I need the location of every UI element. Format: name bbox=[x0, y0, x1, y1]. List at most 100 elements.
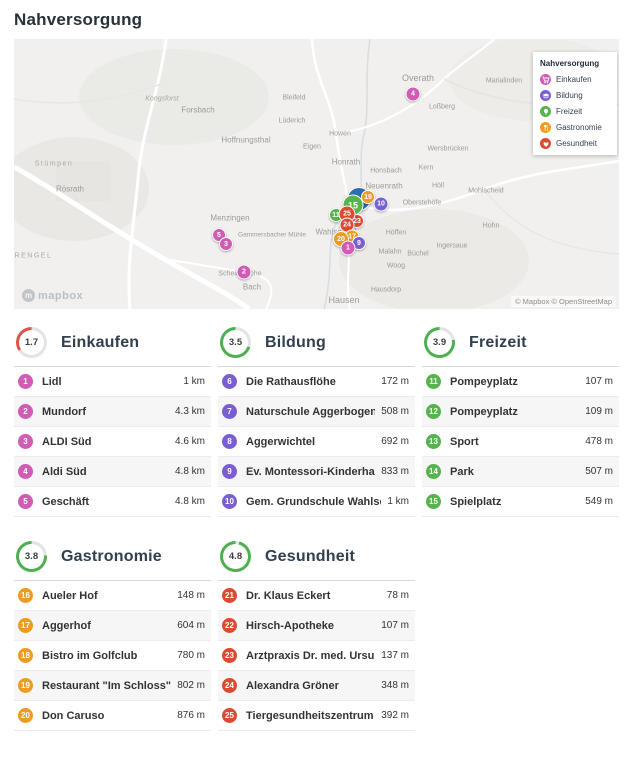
poi-row-17[interactable]: 17 Aggerhof 604 m bbox=[14, 611, 211, 641]
rating-gauge: 3.5 bbox=[220, 327, 251, 358]
rating-gauge: 1.7 bbox=[16, 327, 47, 358]
map-marker-1[interactable]: 1 bbox=[340, 240, 356, 256]
poi-row-16[interactable]: 16 Aueler Hof 148 m bbox=[14, 581, 211, 611]
poi-distance: 107 m bbox=[381, 620, 409, 631]
poi-row-5[interactable]: 5 Geschäft 4.8 km bbox=[14, 487, 211, 517]
poi-row-18[interactable]: 18 Bistro im Golfclub 780 m bbox=[14, 641, 211, 671]
poi-list: 6 Die Rathausflöhe 172 m 7 Naturschule Agger… bbox=[218, 366, 415, 517]
poi-row-14[interactable]: 14 Park 507 m bbox=[422, 457, 619, 487]
poi-row-1[interactable]: 1 Lidl 1 km bbox=[14, 367, 211, 397]
poi-distance: 1 km bbox=[183, 376, 205, 387]
map-marker-3[interactable]: 3 bbox=[219, 237, 233, 251]
poi-number-badge: 25 bbox=[222, 708, 237, 723]
category-title: Einkaufen bbox=[61, 333, 140, 351]
poi-number-badge: 9 bbox=[222, 464, 237, 479]
map-marker-4[interactable]: 4 bbox=[405, 86, 421, 102]
legend-item-label: Freizeit bbox=[556, 107, 583, 116]
poi-row-10[interactable]: 10 Gem. Grundschule Wahlsc… 1 km bbox=[218, 487, 415, 517]
poi-distance: 833 m bbox=[381, 466, 409, 477]
map-marker-2[interactable]: 2 bbox=[236, 264, 252, 280]
poi-row-12[interactable]: 12 Pompeyplatz 109 m bbox=[422, 397, 619, 427]
poi-row-21[interactable]: 21 Dr. Klaus Eckert 78 m bbox=[218, 581, 415, 611]
poi-name: Spielplatz bbox=[450, 495, 502, 508]
poi-number-badge: 11 bbox=[426, 374, 441, 389]
legend-item-label: Einkaufen bbox=[556, 75, 592, 84]
poi-name: Restaurant "Im Schloss" bbox=[42, 679, 172, 692]
poi-distance: 1 km bbox=[387, 496, 409, 507]
poi-row-11[interactable]: 11 Pompeyplatz 107 m bbox=[422, 367, 619, 397]
category-title: Bildung bbox=[265, 333, 326, 351]
legend-item-einkaufen: Einkaufen bbox=[540, 74, 610, 85]
poi-row-19[interactable]: 19 Restaurant "Im Schloss" 802 m bbox=[14, 671, 211, 701]
poi-distance: 478 m bbox=[585, 436, 613, 447]
poi-name: Arztpraxis Dr. med. Ursula B… bbox=[246, 649, 375, 662]
poi-number-badge: 3 bbox=[18, 434, 33, 449]
poi-distance: 107 m bbox=[585, 376, 613, 387]
poi-distance: 172 m bbox=[381, 376, 409, 387]
poi-name: ALDI Süd bbox=[42, 435, 92, 448]
poi-number-badge: 13 bbox=[426, 434, 441, 449]
poi-distance: 604 m bbox=[177, 620, 205, 631]
heart-icon bbox=[540, 138, 551, 149]
rating-value: 3.8 bbox=[19, 544, 44, 569]
poi-name: Lidl bbox=[42, 375, 62, 388]
poi-row-22[interactable]: 22 Hirsch-Apotheke 107 m bbox=[218, 611, 415, 641]
category-title: Gastronomie bbox=[61, 547, 162, 565]
poi-number-badge: 24 bbox=[222, 678, 237, 693]
poi-name: Don Caruso bbox=[42, 709, 105, 722]
poi-name: Park bbox=[450, 465, 474, 478]
poi-number-badge: 1 bbox=[18, 374, 33, 389]
poi-row-24[interactable]: 24 Alexandra Gröner 348 m bbox=[218, 671, 415, 701]
poi-distance: 4.8 km bbox=[174, 466, 205, 477]
rating-value: 1.7 bbox=[19, 330, 44, 355]
poi-distance: 4.6 km bbox=[174, 436, 205, 447]
legend-item-bildung: Bildung bbox=[540, 90, 610, 101]
poi-distance: 4.8 km bbox=[174, 496, 205, 507]
page-title: Nahversorgung bbox=[14, 10, 143, 29]
poi-distance: 692 m bbox=[381, 436, 409, 447]
poi-row-25[interactable]: 25 Tiergesundheitszentrum A… 392 m bbox=[218, 701, 415, 731]
poi-name: Geschäft bbox=[42, 495, 90, 508]
poi-distance: 348 m bbox=[381, 680, 409, 691]
poi-distance: 109 m bbox=[585, 406, 613, 417]
poi-distance: 507 m bbox=[585, 466, 613, 477]
poi-name: Aldi Süd bbox=[42, 465, 87, 478]
poi-row-3[interactable]: 3 ALDI Süd 4.6 km bbox=[14, 427, 211, 457]
poi-list: 1 Lidl 1 km 2 Mundorf 4.3 km 3 ALDI Süd 4.6 km 4 A… bbox=[14, 366, 211, 517]
poi-number-badge: 2 bbox=[18, 404, 33, 419]
poi-row-2[interactable]: 2 Mundorf 4.3 km bbox=[14, 397, 211, 427]
poi-name: Dr. Klaus Eckert bbox=[246, 589, 331, 602]
poi-distance: 802 m bbox=[177, 680, 205, 691]
poi-row-13[interactable]: 13 Sport 478 m bbox=[422, 427, 619, 457]
poi-row-23[interactable]: 23 Arztpraxis Dr. med. Ursula B… 137 m bbox=[218, 641, 415, 671]
mapbox-logo[interactable]: m mapbox bbox=[22, 289, 83, 302]
rating-value: 3.5 bbox=[223, 330, 248, 355]
map-canvas[interactable]: Stümpen Rösrath Menzingen Kongsforst Forsbac… bbox=[14, 39, 619, 309]
poi-row-20[interactable]: 20 Don Caruso 876 m bbox=[14, 701, 211, 731]
poi-number-badge: 14 bbox=[426, 464, 441, 479]
poi-row-4[interactable]: 4 Aldi Süd 4.8 km bbox=[14, 457, 211, 487]
tree-icon bbox=[540, 106, 551, 117]
poi-distance: 508 m bbox=[381, 406, 409, 417]
poi-row-15[interactable]: 15 Spielplatz 549 m bbox=[422, 487, 619, 517]
map-attribution[interactable]: © Mapbox © OpenStreetMap bbox=[511, 296, 616, 307]
rating-value: 3.9 bbox=[427, 330, 452, 355]
poi-number-badge: 5 bbox=[18, 494, 33, 509]
poi-row-6[interactable]: 6 Die Rathausflöhe 172 m bbox=[218, 367, 415, 397]
poi-row-7[interactable]: 7 Naturschule Aggerbogen 508 m bbox=[218, 397, 415, 427]
poi-number-badge: 19 bbox=[18, 678, 33, 693]
map-marker-10[interactable]: 10 bbox=[373, 196, 389, 212]
poi-number-badge: 8 bbox=[222, 434, 237, 449]
legend-item-freizeit: Freizeit bbox=[540, 106, 610, 117]
legend-title: Nahversorgung bbox=[540, 59, 600, 68]
map-base-layer bbox=[14, 39, 619, 309]
poi-row-8[interactable]: 8 Aggerwichtel 692 m bbox=[218, 427, 415, 457]
poi-name: Alexandra Gröner bbox=[246, 679, 339, 692]
mapbox-logo-label: mapbox bbox=[38, 289, 84, 302]
legend-items: Einkaufen Bildung Freizeit Gastronomie Gesun… bbox=[540, 74, 610, 149]
category-section-bildung: 3.5 Bildung 6 Die Rathausflöhe 172 m 7 Natur… bbox=[218, 327, 415, 517]
poi-row-9[interactable]: 9 Ev. Montessori-Kinderhaus 833 m bbox=[218, 457, 415, 487]
poi-distance: 78 m bbox=[386, 590, 409, 601]
poi-number-badge: 18 bbox=[18, 648, 33, 663]
sections-grid: 1.7 Einkaufen 1 Lidl 1 km 2 Mundorf 4.3 km 3 AL… bbox=[14, 327, 619, 731]
